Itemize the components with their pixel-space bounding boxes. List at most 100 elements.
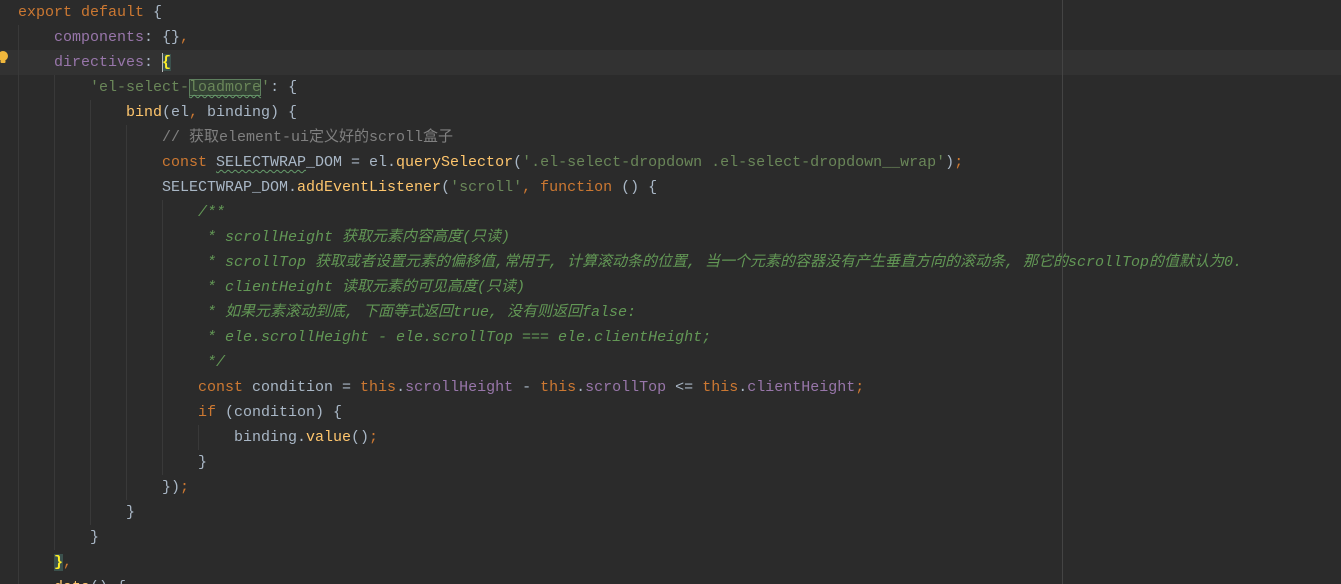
operator-token: <= xyxy=(666,379,703,396)
code-line[interactable]: /** xyxy=(0,200,1341,225)
code-line[interactable]: } xyxy=(0,450,1341,475)
keyword-token: const xyxy=(162,154,217,171)
code-line[interactable]: data() { xyxy=(0,575,1341,584)
punctuation-token: } xyxy=(90,529,100,546)
punctuation-token: . xyxy=(396,379,406,396)
code-line[interactable]: SELECTWRAP_DOM.addEventListener('scroll'… xyxy=(0,175,1341,200)
keyword-token: function xyxy=(531,179,613,196)
code-text-token: : xyxy=(144,54,163,71)
code-line[interactable]: const condition = this.scrollHeight - th… xyxy=(0,375,1341,400)
code-line[interactable]: * scrollTop 获取或者设置元素的偏移值,常用于, 计算滚动条的位置, … xyxy=(0,250,1341,275)
code-line[interactable]: export default { xyxy=(0,0,1341,25)
property-token: components xyxy=(54,29,145,46)
indent-guide xyxy=(54,75,55,550)
function-name-token: value xyxy=(306,429,352,446)
code-text-token: : {} xyxy=(144,29,181,46)
property-token: scrollTop xyxy=(585,379,667,396)
property-token: scrollHeight xyxy=(405,379,514,396)
doc-comment: * ele.scrollHeight - ele.scrollTop === e… xyxy=(198,329,712,346)
code-line[interactable]: * clientHeight 读取元素的可见高度(只读) xyxy=(0,275,1341,300)
code-line[interactable]: const SELECTWRAP_DOM = el.querySelector(… xyxy=(0,150,1341,175)
indent-guide xyxy=(90,100,91,525)
doc-comment: */ xyxy=(198,354,226,371)
punctuation-token: ( xyxy=(513,154,523,171)
property-token: directives xyxy=(54,54,145,71)
code-line[interactable]: } xyxy=(0,525,1341,550)
line-comment: // 获取element-ui定义好的scroll盒子 xyxy=(162,129,454,146)
matched-brace: { xyxy=(162,54,172,71)
doc-comment: /** xyxy=(198,204,226,221)
punctuation-token: } xyxy=(126,504,136,521)
current-code-line[interactable]: directives: { xyxy=(0,50,1341,75)
keyword-token: if xyxy=(198,404,217,421)
indent-guide xyxy=(162,200,163,475)
punctuation-token: () xyxy=(351,429,370,446)
code-editor[interactable]: export default { components: {}, directi… xyxy=(0,0,1341,584)
punctuation-token: . xyxy=(738,379,748,396)
code-lines[interactable]: export default { components: {}, directi… xyxy=(0,0,1341,584)
punctuation-token: ) xyxy=(945,154,955,171)
function-name-token: data xyxy=(54,579,90,584)
indent-guide xyxy=(18,25,19,584)
lightbulb-icon-graphic xyxy=(0,51,8,63)
code-text-token: () { xyxy=(612,179,658,196)
code-line[interactable]: * scrollHeight 获取元素内容高度(只读) xyxy=(0,225,1341,250)
string-token: '.el-select-dropdown .el-select-dropdown… xyxy=(522,154,946,171)
highlighted-word: loadmore xyxy=(189,79,262,96)
code-line[interactable]: * 如果元素滚动到底, 下面等式返回true, 没有则返回false: xyxy=(0,300,1341,325)
punctuation-token: } xyxy=(198,454,208,471)
string-token: ' xyxy=(261,79,271,96)
code-text-token: binding. xyxy=(234,429,307,446)
property-token: clientHeight xyxy=(747,379,856,396)
code-line[interactable]: }, xyxy=(0,550,1341,575)
keyword-token: this xyxy=(540,379,577,396)
function-name-token: querySelector xyxy=(396,154,514,171)
text-caret xyxy=(162,53,163,72)
doc-comment: * scrollHeight 获取元素内容高度(只读) xyxy=(198,229,511,246)
matched-brace: } xyxy=(54,554,64,571)
doc-comment: * clientHeight 读取元素的可见高度(只读) xyxy=(198,279,526,296)
punctuation-token: }) xyxy=(162,479,181,496)
code-text-token: (el xyxy=(162,104,190,121)
code-text-token: _DOM = el. xyxy=(306,154,397,171)
code-line[interactable]: 'el-select-loadmore': { xyxy=(0,75,1341,100)
operator-token: - xyxy=(513,379,541,396)
typo-identifier: SELECTWRAP xyxy=(216,154,307,171)
semicolon-token: ; xyxy=(954,154,964,171)
code-line[interactable]: } xyxy=(0,500,1341,525)
code-text-token: binding) { xyxy=(198,104,298,121)
code-line[interactable]: * ele.scrollHeight - ele.scrollTop === e… xyxy=(0,325,1341,350)
code-text-token: { xyxy=(144,4,163,21)
semicolon-token: ; xyxy=(180,479,190,496)
code-line[interactable]: */ xyxy=(0,350,1341,375)
indent-guide xyxy=(198,425,199,450)
code-text-token: SELECTWRAP_DOM. xyxy=(162,179,298,196)
right-margin-guide xyxy=(1062,0,1063,584)
comma-token: , xyxy=(522,179,532,196)
code-line[interactable]: binding.value(); xyxy=(0,425,1341,450)
code-line[interactable]: components: {}, xyxy=(0,25,1341,50)
code-line[interactable]: bind(el, binding) { xyxy=(0,100,1341,125)
code-line[interactable]: // 获取element-ui定义好的scroll盒子 xyxy=(0,125,1341,150)
string-token: 'scroll' xyxy=(450,179,523,196)
comma-token: , xyxy=(180,29,190,46)
doc-comment: * scrollTop 获取或者设置元素的偏移值,常用于, 计算滚动条的位置, … xyxy=(198,254,1243,271)
comma-token: , xyxy=(189,104,199,121)
indent-guide xyxy=(126,125,127,500)
punctuation-token: ( xyxy=(441,179,451,196)
doc-comment: * 如果元素滚动到底, 下面等式返回true, 没有则返回false: xyxy=(198,304,637,321)
function-name-token: bind xyxy=(126,104,163,121)
lightbulb-icon[interactable] xyxy=(0,50,9,66)
code-line[interactable]: }); xyxy=(0,475,1341,500)
code-text-token: : { xyxy=(270,79,298,96)
code-text-token: () { xyxy=(90,579,126,584)
code-text-token: (condition) { xyxy=(216,404,343,421)
code-line[interactable]: if (condition) { xyxy=(0,400,1341,425)
code-text-token: condition = xyxy=(243,379,361,396)
semicolon-token: ; xyxy=(369,429,379,446)
keyword-token: this xyxy=(360,379,397,396)
string-token: 'el-select- xyxy=(90,79,190,96)
punctuation-token: . xyxy=(576,379,586,396)
keyword-token: this xyxy=(702,379,739,396)
keyword-token: export default xyxy=(18,4,145,21)
